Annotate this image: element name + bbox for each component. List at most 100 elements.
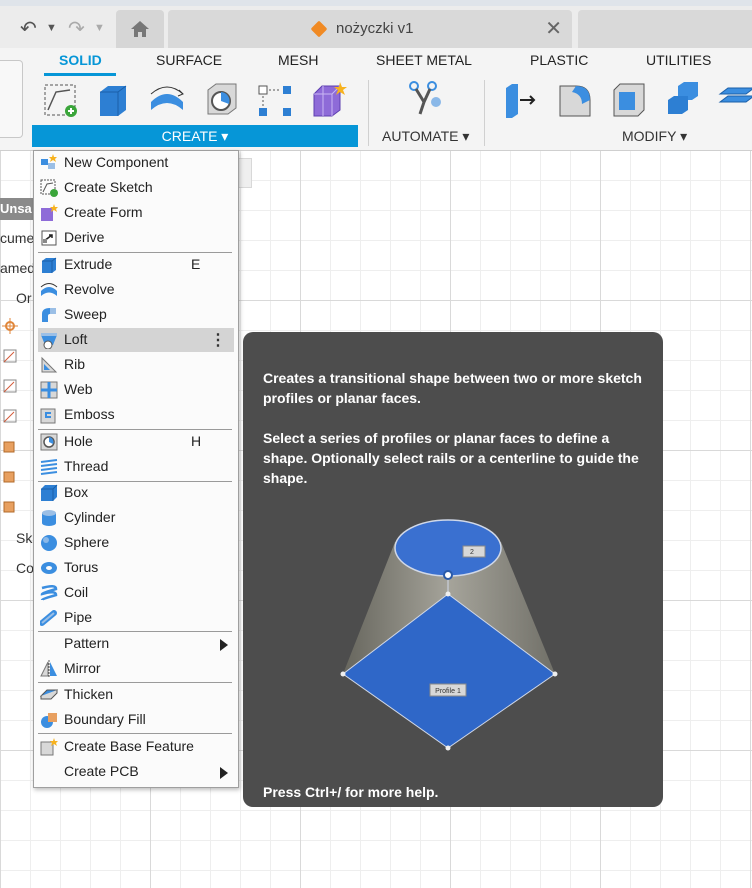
document-title: nożyczki v1 xyxy=(336,20,414,37)
cylinder-icon xyxy=(42,510,56,526)
new-component-icon xyxy=(41,154,57,169)
revolve-icon[interactable] xyxy=(148,80,186,120)
menu-item-label: Rib xyxy=(64,356,86,372)
redo-dropdown-icon[interactable]: ▼ xyxy=(94,22,105,34)
pipe-icon xyxy=(40,610,57,626)
menu-item-hole[interactable]: Hole H xyxy=(38,430,234,454)
menu-item-box[interactable]: Box xyxy=(38,481,234,505)
menu-item-coil[interactable]: Coil xyxy=(38,581,234,605)
automate-menu-button[interactable]: AUTOMATE ▾ xyxy=(382,128,469,145)
menu-item-rib[interactable]: Rib xyxy=(38,353,234,377)
offset-face-icon[interactable] xyxy=(716,80,752,120)
menu-item-label: Box xyxy=(64,484,89,500)
menu-item-label: Pipe xyxy=(64,609,93,625)
boundary-fill-icon xyxy=(41,713,57,728)
plane-icon xyxy=(3,409,17,423)
create-form-icon[interactable] xyxy=(310,80,348,120)
browser-header-label: Unsa xyxy=(0,201,32,216)
automate-icon[interactable] xyxy=(406,80,446,120)
menu-item-label: Extrude xyxy=(64,256,113,272)
browser-row-document-settings[interactable]: cume xyxy=(0,230,34,246)
menu-item-create-pcb[interactable]: Create PCB xyxy=(38,760,234,784)
hole-icon xyxy=(40,433,58,451)
close-icon[interactable]: ✕ xyxy=(545,16,562,41)
press-pull-icon[interactable] xyxy=(502,80,540,120)
menu-item-thread[interactable]: Thread xyxy=(38,455,234,479)
menu-item-emboss[interactable]: Emboss xyxy=(38,403,234,427)
thicken-icon xyxy=(40,689,58,700)
extrude-icon xyxy=(42,257,57,273)
revolve-icon xyxy=(40,283,58,296)
menu-item-create-form[interactable]: Create Form xyxy=(38,201,234,225)
menu-item-boundary-fill[interactable]: Boundary Fill xyxy=(38,708,234,732)
active-tab-underline xyxy=(44,73,116,76)
menu-item-label: Coil xyxy=(64,584,89,600)
submenu-arrow-icon xyxy=(220,639,228,651)
menu-item-thicken[interactable]: Thicken xyxy=(38,683,234,707)
menu-item-label: Create PCB xyxy=(64,763,139,779)
menu-item-label: Boundary Fill xyxy=(64,711,146,727)
coil-icon xyxy=(40,585,58,601)
data-panel-toggle[interactable] xyxy=(0,60,23,138)
title-strip xyxy=(0,0,752,6)
menu-item-pipe[interactable]: Pipe xyxy=(38,606,234,630)
combine-icon[interactable] xyxy=(664,80,702,120)
tab-utilities[interactable]: UTILITIES xyxy=(646,52,711,68)
menu-item-label: Cylinder xyxy=(64,509,116,525)
second-document-tab[interactable] xyxy=(578,10,752,48)
tab-sheet-metal[interactable]: SHEET METAL xyxy=(376,52,472,68)
profile-2-label: 2 xyxy=(470,549,474,556)
hole-icon[interactable] xyxy=(202,80,240,120)
loft-illustration: Profile 1 2 xyxy=(340,519,558,751)
create-menu-button[interactable]: CREATE ▾ xyxy=(32,125,358,147)
base-feature-icon xyxy=(40,738,58,756)
menu-item-web[interactable]: Web xyxy=(38,378,234,402)
menu-item-label: Thicken xyxy=(64,686,114,702)
mirror-icon xyxy=(40,660,57,678)
pattern-icon[interactable] xyxy=(256,80,294,120)
tab-plastic[interactable]: PLASTIC xyxy=(530,52,588,68)
menu-item-revolve[interactable]: Revolve xyxy=(38,278,234,302)
menu-item-cylinder[interactable]: Cylinder xyxy=(38,506,234,530)
browser-row-construction[interactable]: Co xyxy=(16,560,34,576)
browser-row-origin[interactable]: Or xyxy=(16,290,32,306)
document-icon xyxy=(310,20,328,38)
emboss-icon xyxy=(40,408,56,424)
menu-item-create-sketch[interactable]: Create Sketch xyxy=(38,176,234,200)
shell-icon[interactable] xyxy=(610,80,648,120)
browser-row-named-views[interactable]: amed xyxy=(0,260,35,276)
undo-dropdown-icon[interactable]: ▼ xyxy=(46,22,57,34)
home-tab[interactable] xyxy=(116,10,164,48)
menu-item-mirror[interactable]: Mirror xyxy=(38,657,234,681)
toolbar-separator xyxy=(368,80,369,146)
tab-solid[interactable]: SOLID xyxy=(59,52,102,68)
document-tab[interactable]: nożyczki v1 ✕ xyxy=(168,10,572,48)
menu-item-derive[interactable]: Derive xyxy=(38,226,234,250)
menu-item-label: Web xyxy=(64,381,93,397)
menu-item-sphere[interactable]: Sphere xyxy=(38,531,234,555)
tab-mesh[interactable]: MESH xyxy=(278,52,318,68)
menu-item-pattern[interactable]: Pattern xyxy=(38,632,234,656)
more-options-icon[interactable]: ⋮ xyxy=(210,330,226,350)
tab-surface[interactable]: SURFACE xyxy=(156,52,222,68)
create-sketch-icon[interactable] xyxy=(42,80,80,120)
modify-menu-button[interactable]: MODIFY ▾ xyxy=(622,128,687,145)
menu-item-sweep[interactable]: Sweep xyxy=(38,303,234,327)
web-icon xyxy=(40,381,58,399)
undo-icon[interactable]: ↶ xyxy=(20,16,37,41)
browser-row-sketches[interactable]: Sk xyxy=(16,530,32,546)
thread-icon xyxy=(40,459,58,475)
menu-item-extrude[interactable]: Extrude E xyxy=(38,253,234,277)
extrude-icon[interactable] xyxy=(94,80,132,120)
tooltip-description: Creates a transitional shape between two… xyxy=(263,370,642,406)
redo-icon[interactable]: ↷ xyxy=(68,16,85,41)
menu-item-new-component[interactable]: New Component xyxy=(38,151,234,175)
menu-item-loft[interactable]: Loft ⋮ xyxy=(38,328,234,352)
fillet-icon[interactable] xyxy=(556,80,594,120)
menu-item-label: New Component xyxy=(64,154,169,170)
create-dropdown-menu: New Component Create Sketch Create Form … xyxy=(33,150,239,788)
menu-item-create-base-feature[interactable]: Create Base Feature xyxy=(38,735,234,759)
menu-item-torus[interactable]: Torus xyxy=(38,556,234,580)
menu-item-label: Thread xyxy=(64,458,109,474)
tooltip-help-hint: Press Ctrl+/ for more help. xyxy=(263,784,439,800)
